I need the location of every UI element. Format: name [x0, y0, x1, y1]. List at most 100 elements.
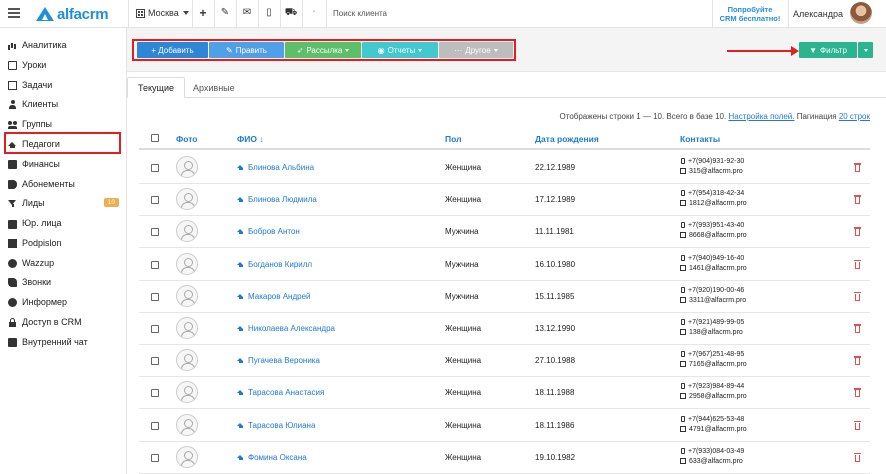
phone-value[interactable]: +7(904)931-92-30 — [688, 158, 744, 165]
sidebar-item-groups[interactable]: Группы — [8, 116, 123, 132]
trash-icon[interactable] — [854, 452, 861, 462]
sidebar-item-subscriptions[interactable]: Абонементы — [8, 176, 123, 192]
row-checkbox[interactable] — [151, 389, 159, 398]
email-value[interactable]: 1461@alfacrm.pro — [689, 265, 747, 272]
row-checkbox[interactable] — [151, 292, 159, 301]
mailing-button[interactable]: ➶ Рассылка — [285, 42, 361, 58]
sidebar-item-lessons[interactable]: Уроки — [8, 57, 123, 73]
avatar[interactable] — [850, 2, 872, 24]
table-row[interactable]: Фомина Оксана Женщина 19.10.1982 +7(933)084… — [139, 442, 870, 474]
email-value[interactable]: 1812@alfacrm.pro — [689, 200, 747, 207]
filter-dropdown-button[interactable] — [858, 42, 873, 58]
table-row[interactable]: Пугачева Вероника Женщина 27.10.1988 +7(967… — [139, 345, 870, 378]
phone-value[interactable]: +7(920)190-00-46 — [688, 287, 744, 294]
sidebar-item-informer[interactable]: Информер — [8, 294, 123, 310]
teacher-name-link[interactable]: Пугачева Вероника — [237, 356, 320, 365]
sidebar-item-clients[interactable]: Клиенты — [8, 96, 123, 112]
teacher-name-link[interactable]: Богданов Кирилл — [237, 260, 312, 269]
row-checkbox[interactable] — [151, 421, 159, 430]
row-checkbox[interactable] — [151, 164, 159, 172]
teacher-name-link[interactable]: Тарасова Анастасия — [237, 388, 324, 397]
column-photo[interactable]: Фото — [176, 134, 197, 144]
reports-button[interactable]: ◉ Отчеты — [362, 42, 438, 58]
table-row[interactable]: Блинова Людмила Женщина 17.12.1989 +7(954)3… — [139, 184, 870, 217]
logo[interactable]: alfacrm — [36, 5, 109, 23]
table-row[interactable]: Богданов Кирилл Мужчина 16.10.1980 +7(940)9… — [139, 249, 870, 281]
tab-archived[interactable]: Архивные — [183, 77, 245, 98]
row-checkbox[interactable] — [151, 357, 159, 366]
email-value[interactable]: 7165@alfacrm.pro — [689, 361, 747, 368]
teacher-name-link[interactable]: Блинова Людмила — [237, 195, 317, 204]
phone-value[interactable]: +7(944)625-53-48 — [688, 416, 744, 423]
other-button[interactable]: ⋯ Другое — [439, 42, 513, 58]
sidebar-item-wazzup[interactable]: Wazzup — [8, 255, 123, 271]
sidebar-item-podpislon[interactable]: Podpislon — [8, 235, 123, 251]
row-checkbox[interactable] — [151, 260, 159, 269]
sidebar-item-tasks[interactable]: Задачи — [8, 77, 123, 93]
phone-value[interactable]: +7(923)984-89-44 — [688, 383, 744, 390]
cart-icon[interactable]: ⛟ — [284, 6, 298, 20]
sidebar-item-finance[interactable]: Финансы — [8, 156, 123, 172]
table-row[interactable]: Бобров Антон Мужчина 11.11.1981 +7(993)951-… — [139, 216, 870, 249]
tab-current[interactable]: Текущие — [127, 77, 185, 98]
sidebar-item-crm-access[interactable]: Доступ в CRM — [8, 314, 123, 330]
email-value[interactable]: 8668@alfacrm.pro — [689, 232, 747, 239]
wrench-icon[interactable]: ✎ — [218, 6, 232, 20]
row-checkbox[interactable] — [151, 228, 159, 237]
phone-value[interactable]: +7(940)949-16-40 — [688, 255, 744, 262]
add-button[interactable]: + Добавить — [137, 42, 208, 58]
column-name[interactable]: ФИО ↓ — [237, 134, 264, 144]
sidebar-item-legal-entities[interactable]: Юр. лица — [8, 215, 123, 231]
row-checkbox[interactable] — [151, 453, 159, 462]
phone-value[interactable]: +7(993)951-43-40 — [688, 222, 744, 229]
column-gender[interactable]: Пол — [445, 134, 462, 144]
phone-value[interactable]: +7(933)084-03-49 — [688, 448, 744, 455]
email-value[interactable]: 4791@alfacrm.pro — [689, 426, 747, 433]
trash-icon[interactable] — [854, 259, 861, 269]
email-value[interactable]: 633@alfacrm.pro — [689, 458, 743, 465]
email-value[interactable]: 315@alfacrm.pro — [689, 168, 743, 175]
table-row[interactable]: Блинова Альбина Женщина 22.12.1989 +7(904)9… — [139, 152, 870, 184]
email-value[interactable]: 3311@alfacrm.pro — [689, 297, 746, 304]
phone-value[interactable]: +7(954)318-42-34 — [688, 190, 744, 197]
city-selector[interactable]: Москва — [136, 8, 189, 18]
column-birth-date[interactable]: Дата рождения — [535, 134, 599, 144]
teacher-name-link[interactable]: Фомина Оксана — [237, 453, 307, 462]
trash-icon[interactable] — [854, 195, 861, 205]
trash-icon[interactable] — [854, 420, 861, 430]
filter-button[interactable]: ▼ Фильтр — [799, 42, 857, 58]
phone-value[interactable]: +7(921)489-99-05 — [688, 319, 744, 326]
trash-icon[interactable] — [854, 324, 861, 333]
sidebar-item-calls[interactable]: Звонки — [8, 274, 123, 290]
edit-button[interactable]: ✎ Править — [209, 42, 284, 58]
email-value[interactable]: 138@alfacrm.pro — [689, 329, 743, 336]
plus-icon[interactable]: + — [196, 6, 210, 20]
row-checkbox[interactable] — [151, 196, 159, 205]
user-name[interactable]: Александра — [793, 9, 843, 19]
trash-icon[interactable] — [854, 163, 861, 172]
envelope-icon[interactable]: ✉ — [240, 6, 254, 20]
table-row[interactable]: Макаров Андрей Мужчина 15.11.1985 +7(920)19… — [139, 281, 870, 313]
sidebar-item-internal-chat[interactable]: Внутренний чат — [8, 334, 123, 350]
sidebar-item-analytics[interactable]: Аналитика — [8, 37, 123, 53]
trash-icon[interactable] — [854, 356, 861, 366]
email-value[interactable]: 2958@alfacrm.pro — [689, 393, 747, 400]
column-contacts[interactable]: Контакты — [680, 134, 720, 144]
row-checkbox[interactable] — [151, 325, 159, 333]
teacher-name-link[interactable]: Блинова Альбина — [237, 163, 314, 172]
teacher-name-link[interactable]: Бобров Антон — [237, 227, 300, 236]
phone-value[interactable]: +7(967)251-48-95 — [688, 351, 744, 358]
table-row[interactable]: Тарасова Юлиана Женщина 18.11.1986 +7(944)6… — [139, 410, 870, 442]
pagination-select[interactable]: 20 строк — [839, 112, 870, 121]
table-row[interactable]: Николаева Александра Женщина 13.12.1990 +7(… — [139, 313, 870, 345]
teacher-name-link[interactable]: Николаева Александра — [237, 324, 335, 333]
sidebar-item-leads[interactable]: Лиды 10 — [8, 195, 123, 211]
trash-icon[interactable] — [854, 388, 861, 398]
teacher-name-link[interactable]: Макаров Андрей — [237, 292, 311, 301]
promo-link[interactable]: Попробуйте CRM бесплатно! — [716, 5, 784, 23]
teacher-name-link[interactable]: Тарасова Юлиана — [237, 421, 315, 430]
select-all-checkbox[interactable] — [151, 134, 159, 142]
table-row[interactable]: Тарасова Анастасия Женщина 18.11.1988 +7(92… — [139, 377, 870, 410]
trash-icon[interactable] — [854, 291, 861, 301]
trash-icon[interactable] — [854, 227, 861, 237]
